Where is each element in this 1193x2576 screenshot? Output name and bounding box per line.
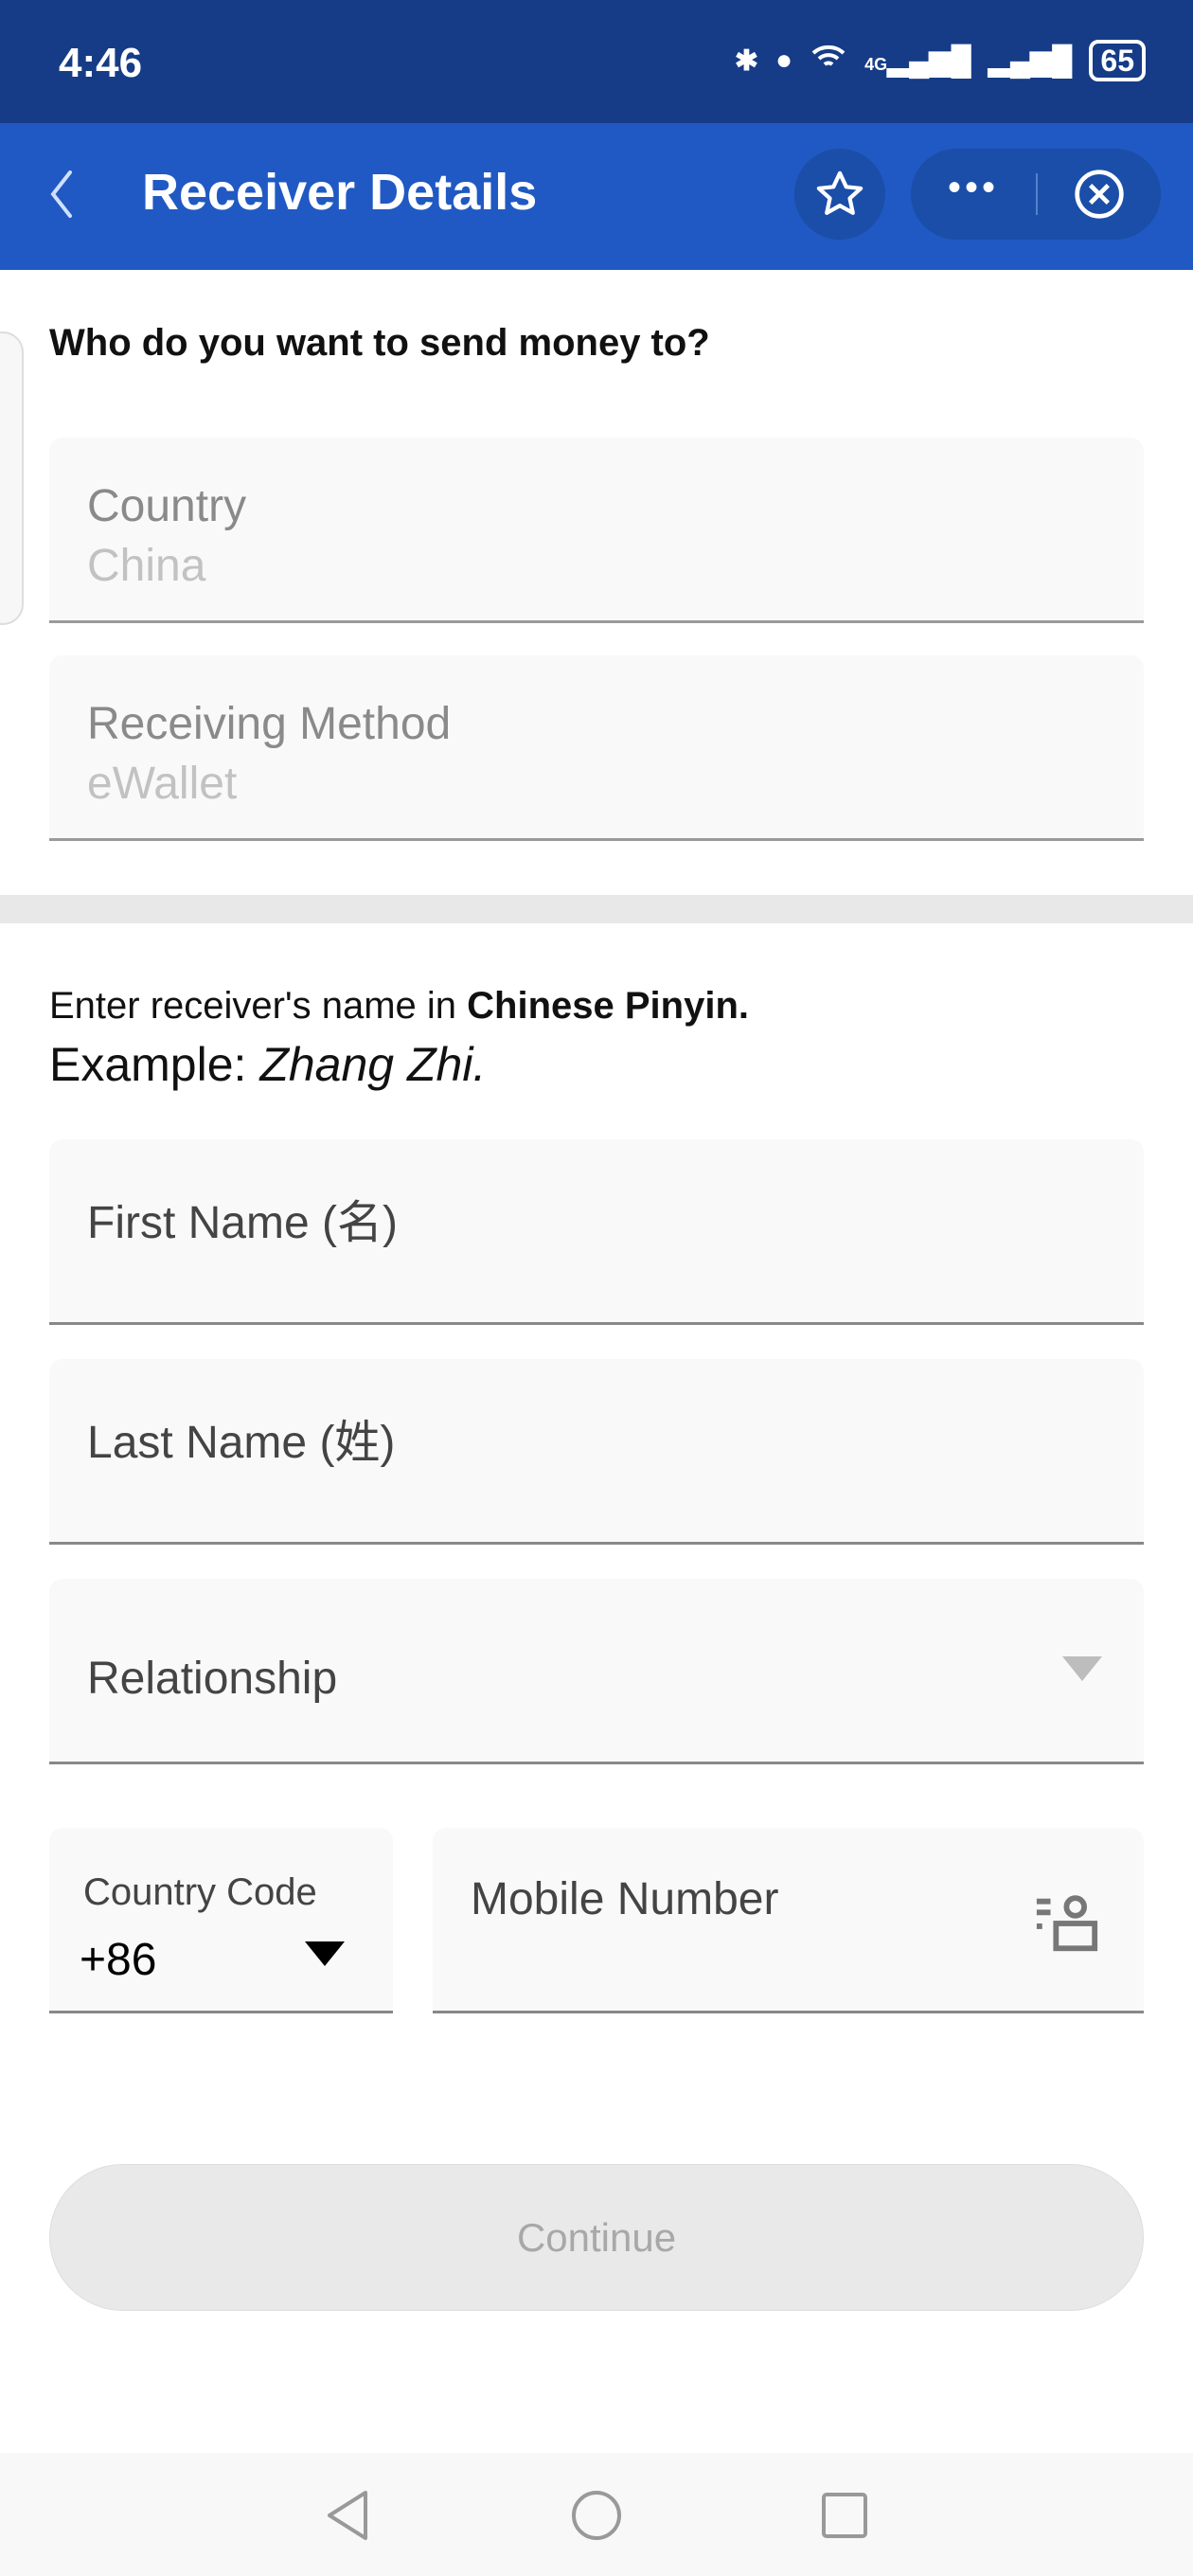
relationship-label: Relationship: [87, 1654, 338, 1704]
back-button[interactable]: [38, 161, 95, 227]
app-header: Receiver Details •••: [0, 123, 1193, 270]
first-name-label: First Name (名): [87, 1198, 398, 1248]
country-code-label: Country Code: [83, 1871, 317, 1913]
edge-panel-handle[interactable]: [0, 331, 24, 625]
bluetooth-icon: ✱: [734, 45, 758, 77]
relationship-select[interactable]: Relationship: [49, 1579, 1144, 1764]
receiving-method-value: eWallet: [87, 759, 238, 809]
mobile-number-input[interactable]: Mobile Number: [433, 1828, 1144, 2013]
clock: 4:46: [59, 40, 143, 86]
dropdown-arrow-icon: [1062, 1656, 1102, 1681]
nav-recents-icon[interactable]: [820, 2491, 869, 2540]
last-name-label: Last Name (姓): [87, 1418, 396, 1468]
hint-bold-text: Chinese Pinyin.: [467, 985, 750, 1027]
favorite-button[interactable]: [794, 149, 885, 240]
mini-app-capsule: •••: [911, 149, 1161, 240]
country-code-select[interactable]: Country Code +86: [49, 1828, 393, 2013]
page-title: Receiver Details: [142, 164, 538, 221]
section-heading: Who do you want to send money to?: [49, 322, 710, 364]
nav-back-icon[interactable]: [324, 2489, 373, 2542]
status-icons: ✱ ● 4G▂▄▆█ ▂▄▆█ 65: [735, 40, 1146, 81]
cellular-4g-icon: 4G▂▄▆█: [864, 45, 971, 77]
country-value: China: [87, 541, 206, 591]
system-nav-bar: [0, 2453, 1193, 2576]
hint-text: Enter receiver's name in: [49, 985, 468, 1027]
country-field: Country China: [49, 438, 1144, 623]
section-divider: [0, 895, 1193, 923]
last-name-input[interactable]: Last Name (姓): [49, 1359, 1144, 1545]
example-label: Example:: [49, 1038, 260, 1091]
receiving-method-field: Receiving Method eWallet: [49, 655, 1144, 841]
status-bar: 4:46 ✱ ● 4G▂▄▆█ ▂▄▆█ 65: [0, 0, 1193, 123]
example-value: Zhang Zhi.: [259, 1038, 487, 1091]
example-hint: Example: Zhang Zhi.: [49, 1037, 486, 1092]
receiving-method-label: Receiving Method: [87, 699, 452, 749]
close-button[interactable]: [1038, 168, 1161, 221]
mobile-number-label: Mobile Number: [471, 1874, 779, 1924]
pinyin-hint: Enter receiver's name in Chinese Pinyin.: [49, 985, 749, 1028]
contacts-picker-icon[interactable]: [1033, 1890, 1101, 1957]
dropdown-arrow-icon: [305, 1941, 345, 1966]
signal-icon: ▂▄▆█: [988, 45, 1073, 77]
location-icon: ●: [775, 45, 793, 76]
first-name-input[interactable]: First Name (名): [49, 1139, 1144, 1325]
nav-home-icon[interactable]: [570, 2489, 623, 2542]
country-label: Country: [87, 481, 247, 531]
star-icon: [816, 170, 864, 215]
more-button[interactable]: •••: [911, 169, 1036, 220]
country-code-value: +86: [80, 1935, 157, 1985]
wifi-icon: [810, 40, 847, 81]
close-circle-icon: [1075, 170, 1124, 219]
battery-icon: 65: [1089, 40, 1146, 81]
continue-button[interactable]: Continue: [49, 2164, 1144, 2311]
